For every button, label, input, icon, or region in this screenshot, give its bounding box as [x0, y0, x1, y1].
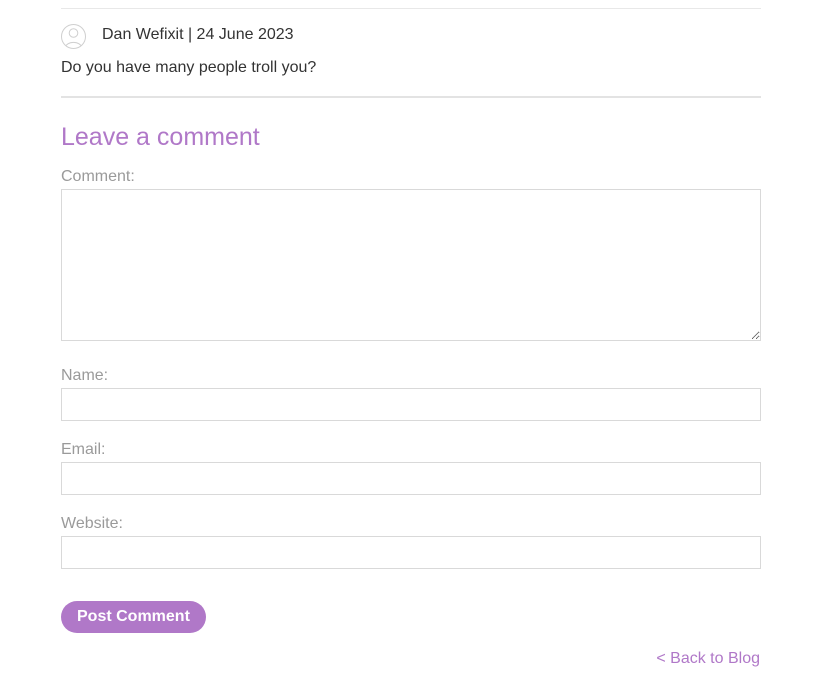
leave-comment-heading: Leave a comment: [61, 123, 260, 151]
comment-meta: Dan Wefixit | 24 June 2023: [102, 26, 294, 43]
post-comment-button[interactable]: Post Comment: [61, 601, 206, 633]
email-label: Email:: [61, 441, 106, 458]
user-avatar-icon: [61, 24, 86, 49]
page: Dan Wefixit | 24 June 2023 Do you have m…: [0, 0, 818, 680]
website-label: Website:: [61, 515, 123, 532]
divider: [61, 96, 761, 98]
website-input[interactable]: [61, 536, 761, 569]
back-to-blog-link[interactable]: < Back to Blog: [656, 650, 760, 668]
comment-label: Comment:: [61, 168, 135, 185]
email-input[interactable]: [61, 462, 761, 495]
comment-text: Do you have many people troll you?: [61, 59, 317, 76]
divider: [61, 8, 761, 9]
comment-textarea[interactable]: [61, 189, 761, 341]
name-input[interactable]: [61, 388, 761, 421]
name-label: Name:: [61, 367, 109, 384]
